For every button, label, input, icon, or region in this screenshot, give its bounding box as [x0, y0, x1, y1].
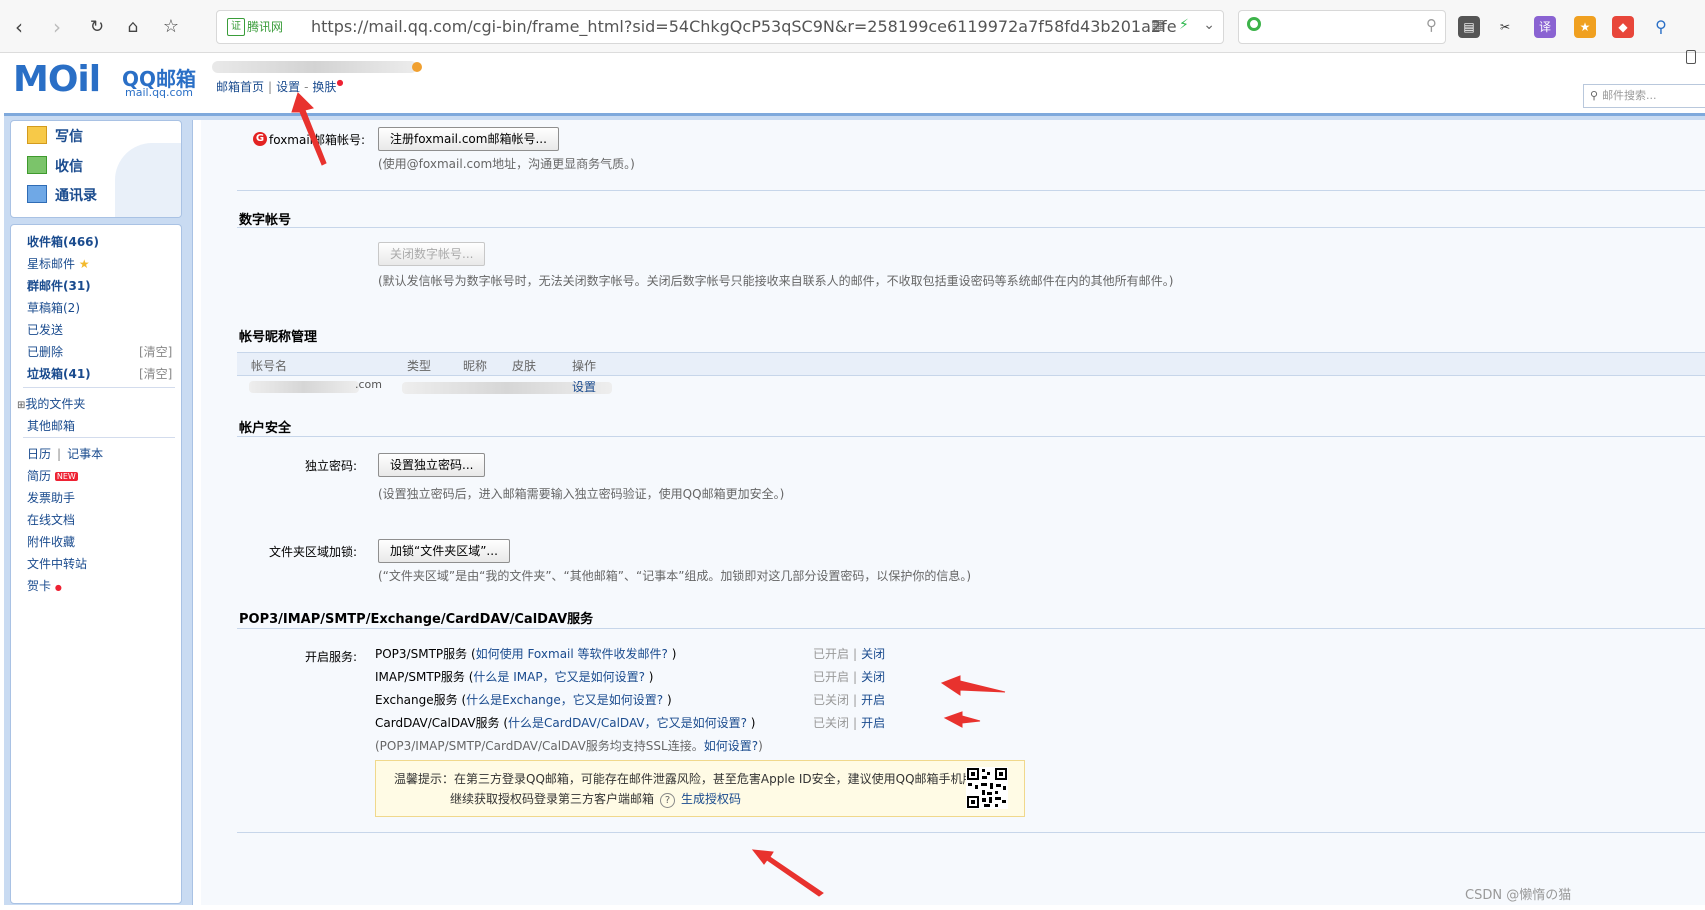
arrow-imap — [943, 711, 981, 728]
watermark: CSDN @懒惰の猫 — [1465, 888, 1572, 903]
arrow-pop3 — [940, 675, 1006, 696]
annotation-arrows — [291, 92, 1006, 897]
arrow-settings — [291, 92, 327, 166]
arrow-auth-code — [751, 849, 824, 897]
